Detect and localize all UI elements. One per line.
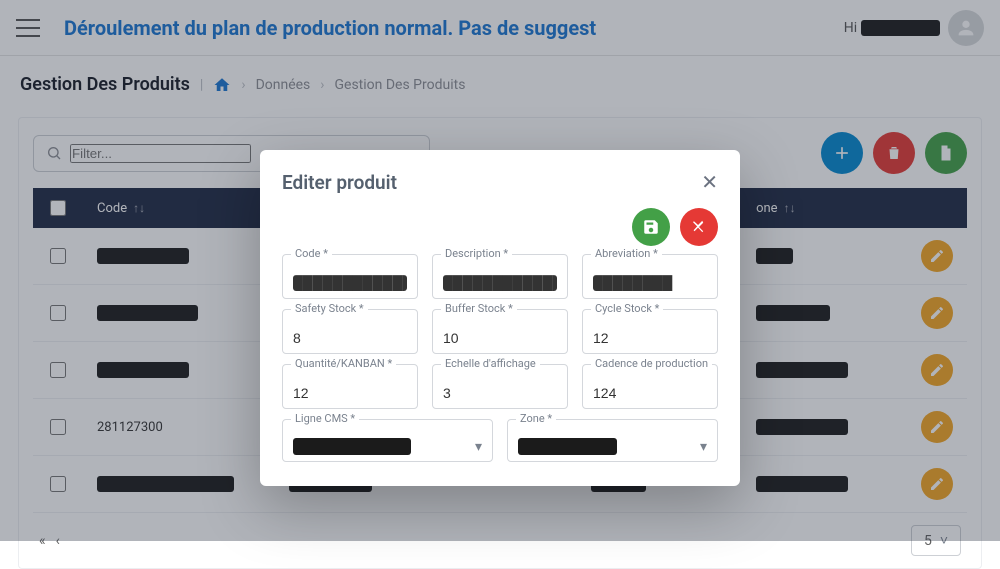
field-input[interactable] — [293, 275, 407, 291]
dialog-title: Editer produit — [282, 171, 701, 194]
form-field: Cycle Stock * — [582, 309, 718, 354]
field-input[interactable] — [593, 275, 707, 291]
field-input[interactable] — [593, 330, 707, 346]
form-select[interactable]: Zone *██████████▾ — [507, 419, 718, 462]
close-icon[interactable]: ✕ — [701, 170, 718, 194]
field-input[interactable] — [593, 385, 707, 401]
save-button[interactable] — [632, 208, 670, 246]
form-field: Echelle d'affichage — [432, 364, 568, 409]
form-field: Cadence de production — [582, 364, 718, 409]
cancel-button[interactable] — [680, 208, 718, 246]
form-field: Buffer Stock * — [432, 309, 568, 354]
form-field: Quantité/KANBAN * — [282, 364, 418, 409]
form-field: Description * — [432, 254, 568, 299]
form-field: Abreviation * — [582, 254, 718, 299]
edit-product-dialog: Editer produit ✕ Code * Description * Abre… — [260, 150, 740, 486]
field-input[interactable] — [443, 275, 557, 291]
form-field: Code * — [282, 254, 418, 299]
chevron-down-icon: ▾ — [700, 439, 707, 455]
field-input[interactable] — [443, 385, 557, 401]
chevron-down-icon: ▾ — [475, 439, 482, 455]
field-input[interactable] — [293, 330, 407, 346]
field-input[interactable] — [293, 385, 407, 401]
modal-overlay: Editer produit ✕ Code * Description * Abre… — [0, 0, 1000, 541]
form-field: Safety Stock * — [282, 309, 418, 354]
field-input[interactable] — [443, 330, 557, 346]
form-select[interactable]: Ligne CMS *Lig██████████▾ — [282, 419, 493, 462]
